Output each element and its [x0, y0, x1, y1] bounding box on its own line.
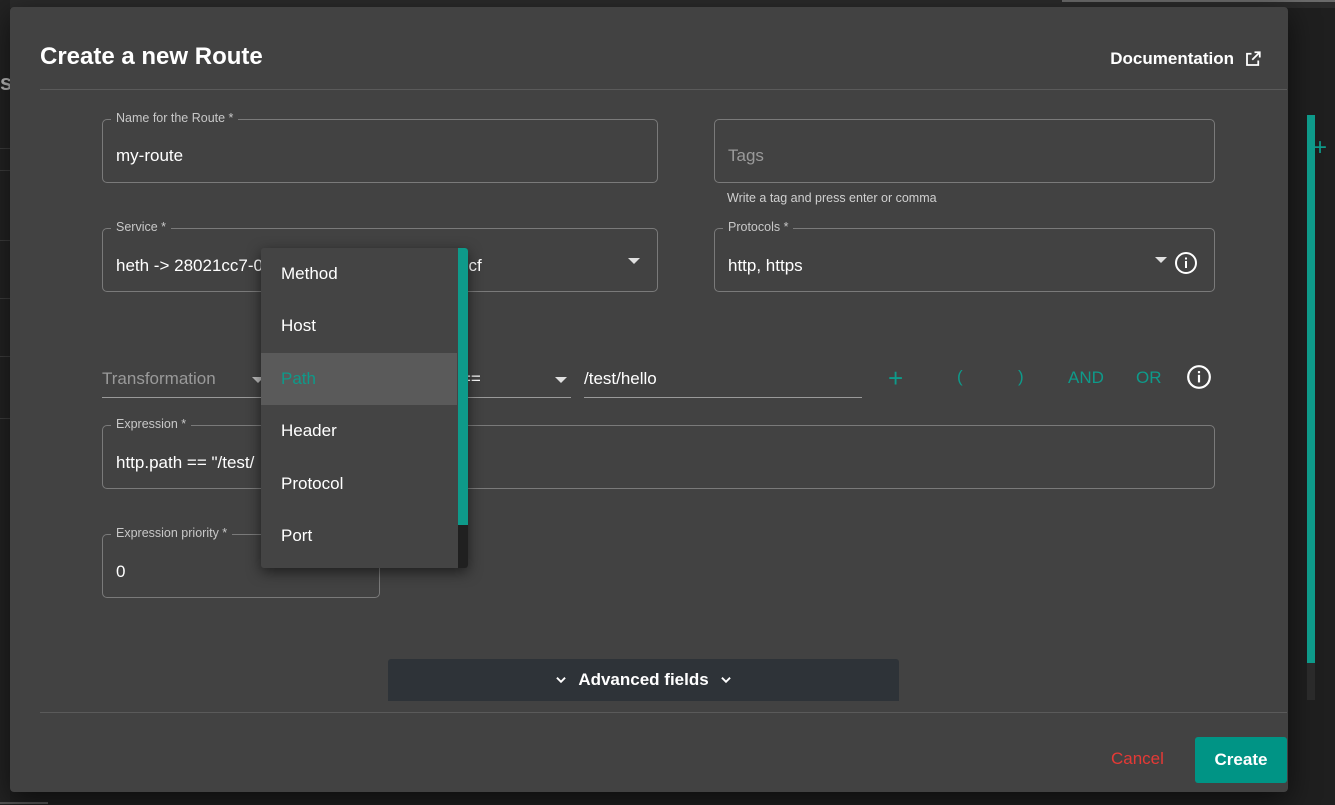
external-link-icon: [1246, 51, 1261, 66]
dialog-title: Create a new Route: [40, 43, 263, 70]
open-paren-button[interactable]: (: [957, 367, 963, 387]
create-route-dialog: Create a new Route Documentation Name fo…: [10, 7, 1315, 792]
tags-placeholder: Tags: [728, 146, 764, 165]
close-paren-button[interactable]: ): [1018, 367, 1024, 387]
protocols-label: Protocols *: [723, 220, 794, 234]
value-input[interactable]: /test/hello: [584, 363, 862, 398]
service-label: Service *: [111, 220, 172, 234]
create-button[interactable]: Create: [1195, 737, 1287, 783]
expression-info-icon[interactable]: [1186, 364, 1212, 390]
chevron-down-icon: [556, 677, 567, 684]
protocols-select[interactable]: Protocols * http, https: [714, 220, 1215, 292]
documentation-label: Documentation: [1110, 49, 1234, 68]
transformation-placeholder: Transformation: [102, 369, 216, 388]
chevron-down-icon: [720, 677, 731, 684]
expression-value: http.path == "/test/: [116, 453, 255, 472]
documentation-link[interactable]: Documentation: [1110, 49, 1262, 69]
advanced-fields-toggle[interactable]: Advanced fields: [388, 659, 899, 701]
service-value-start: heth -> 28021cc7-0: [116, 256, 263, 275]
menu-item-port[interactable]: Port: [261, 510, 457, 562]
dialog-scrollbar-thumb[interactable]: [1307, 115, 1315, 663]
menu-item-host[interactable]: Host: [261, 300, 457, 352]
header-divider: [40, 89, 1287, 90]
service-dropdown-caret-icon[interactable]: [628, 258, 640, 264]
operator-select[interactable]: ==: [461, 363, 571, 398]
tags-input[interactable]: Tags: [714, 119, 1215, 183]
field-dropdown-menu: Method Host Path Header Protocol Port: [261, 248, 468, 568]
protocols-info-icon[interactable]: [1174, 251, 1198, 275]
menu-item-protocol[interactable]: Protocol: [261, 458, 457, 510]
tags-helper-text: Write a tag and press enter or comma: [727, 191, 937, 205]
and-button[interactable]: AND: [1068, 368, 1104, 388]
menu-scrollbar-thumb[interactable]: [458, 248, 468, 525]
footer-divider: [40, 712, 1287, 713]
background-rows: [0, 148, 10, 488]
operator-caret-icon: [555, 377, 567, 383]
add-condition-button[interactable]: +: [888, 363, 903, 394]
cancel-button[interactable]: Cancel: [1111, 749, 1164, 769]
value-input-text: /test/hello: [584, 369, 657, 388]
advanced-fields-label: Advanced fields: [578, 670, 709, 689]
route-name-field[interactable]: Name for the Route * my-route: [102, 111, 658, 183]
expression-priority-value: 0: [116, 562, 126, 581]
route-name-label: Name for the Route *: [111, 111, 239, 125]
transformation-select[interactable]: Transformation: [102, 363, 266, 398]
menu-item-method[interactable]: Method: [261, 248, 457, 300]
or-button[interactable]: OR: [1136, 368, 1162, 388]
background-footer-line: [0, 802, 48, 804]
menu-item-header[interactable]: Header: [261, 405, 457, 457]
expression-label: Expression *: [111, 417, 192, 431]
protocols-value: http, https: [728, 256, 803, 275]
create-button-label: Create: [1214, 750, 1268, 769]
background-add-icon: +: [1313, 134, 1328, 161]
protocols-dropdown-caret-icon[interactable]: [1155, 257, 1167, 263]
route-name-value: my-route: [116, 146, 184, 165]
background-header-line: [1062, 0, 1335, 2]
expression-priority-label: Expression priority *: [111, 526, 233, 540]
menu-item-path[interactable]: Path: [261, 353, 457, 405]
